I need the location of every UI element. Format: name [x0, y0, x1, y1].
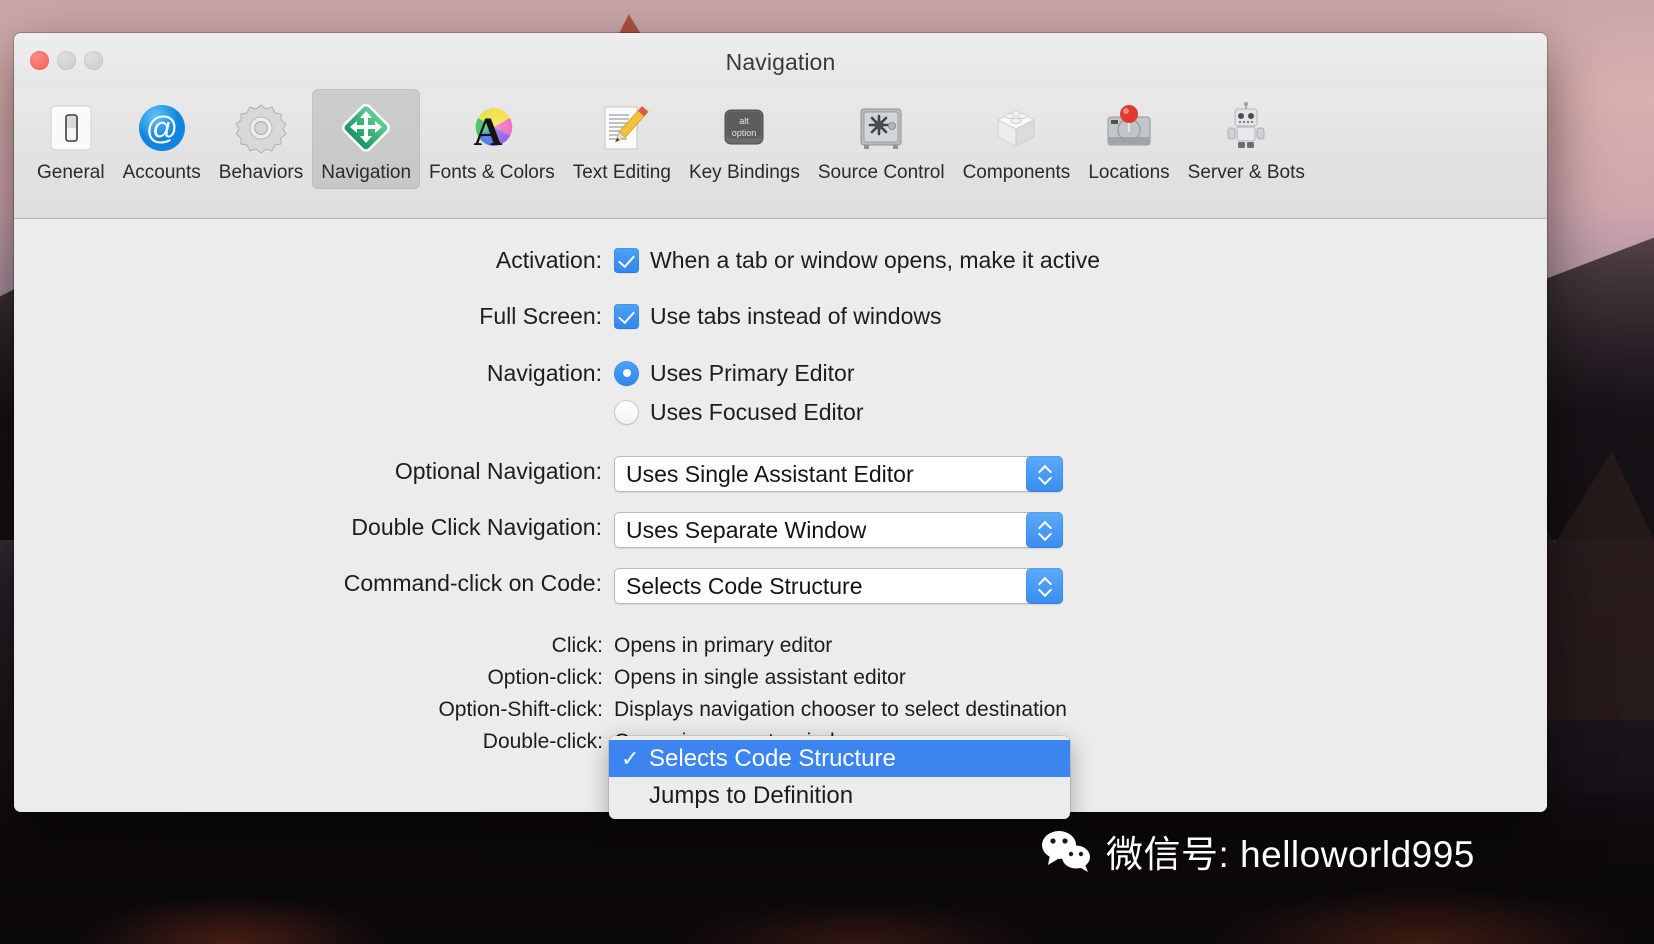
summary-row: Option-Shift-click: Displays navigation … [14, 698, 1547, 722]
switch-icon [40, 97, 102, 159]
radio-primary-editor[interactable] [614, 360, 639, 386]
gear-icon [230, 97, 292, 159]
full-screen-label: Full Screen: [479, 303, 602, 329]
optional-navigation-select[interactable]: Uses Single Assistant Editor [614, 456, 1063, 492]
navigation-radio-focused[interactable]: Uses Focused Editor [614, 397, 1547, 427]
toolbar-item-general[interactable]: General [28, 89, 114, 189]
command-click-value: Selects Code Structure [626, 573, 863, 599]
full-screen-checkbox-label: Use tabs instead of windows [650, 303, 942, 329]
toolbar-item-label: Accounts [122, 162, 201, 183]
desktop-background: Navigation General @ Accounts Behaviors … [0, 0, 1654, 944]
hard-drive-pin-icon [1098, 97, 1160, 159]
toolbar-item-locations[interactable]: Locations [1079, 89, 1178, 189]
radio-focused-editor-label: Uses Focused Editor [650, 399, 864, 425]
chevron-updown-icon[interactable] [1026, 568, 1063, 604]
summary-value: Displays navigation chooser to select de… [614, 698, 1067, 721]
move-arrows-icon [335, 97, 397, 159]
document-pencil-icon [591, 97, 653, 159]
preferences-content: Activation: When a tab or window opens, … [14, 219, 1547, 819]
checkmark-icon: ✓ [621, 745, 640, 771]
preferences-window: Navigation General @ Accounts Behaviors … [14, 33, 1547, 819]
toolbar-item-label: Key Bindings [688, 162, 800, 183]
summary-key: Option-Shift-click: [438, 698, 603, 721]
toolbar-item-key-bindings[interactable]: alt option Key Bindings [680, 89, 809, 189]
window-title: Navigation [725, 49, 836, 75]
full-screen-checkbox[interactable] [614, 303, 639, 329]
svg-text:option: option [732, 128, 757, 138]
full-screen-row: Full Screen: Use tabs instead of windows [14, 301, 1547, 331]
toolbar-item-label: Components [962, 162, 1071, 183]
toolbar-item-label: Server & Bots [1187, 162, 1305, 183]
activation-checkbox-row[interactable]: When a tab or window opens, make it acti… [614, 245, 1547, 275]
command-click-select[interactable]: Selects Code Structure [614, 568, 1063, 604]
toolbar-item-accounts[interactable]: @ Accounts [114, 89, 210, 189]
activation-row: Activation: When a tab or window opens, … [14, 245, 1547, 275]
menu-item-label: Selects Code Structure [649, 744, 896, 772]
summary-key: Double-click: [482, 730, 603, 753]
optional-navigation-label: Optional Navigation: [394, 458, 602, 484]
activation-label: Activation: [495, 247, 602, 273]
robot-icon [1215, 97, 1277, 159]
summary-row: Click: Opens in primary editor [14, 634, 1547, 658]
double-click-navigation-select[interactable]: Uses Separate Window [614, 512, 1063, 548]
toolbar-item-label: Behaviors [218, 162, 304, 183]
menu-item-selects-code-structure[interactable]: ✓ Selects Code Structure [609, 740, 1070, 777]
wechat-watermark: 微信号: helloworld995 [1040, 824, 1475, 878]
toolbar-item-label: Locations [1088, 162, 1170, 183]
safe-vault-icon [850, 97, 912, 159]
toolbar-item-label: Text Editing [572, 162, 671, 183]
wechat-icon [1040, 829, 1092, 873]
svg-text:A: A [473, 109, 502, 154]
menu-item-jumps-to-definition[interactable]: Jumps to Definition [609, 777, 1070, 814]
toolbar-item-components[interactable]: Components [954, 89, 1080, 189]
svg-text:alt: alt [740, 116, 750, 126]
full-screen-checkbox-row[interactable]: Use tabs instead of windows [614, 301, 1547, 331]
optional-navigation-row: Optional Navigation: Uses Single Assista… [14, 456, 1547, 492]
double-click-navigation-value: Uses Separate Window [626, 517, 867, 543]
preferences-toolbar: General @ Accounts Behaviors Navigation … [14, 89, 1547, 219]
chevron-updown-icon[interactable] [1026, 512, 1063, 548]
toolbar-item-behaviors[interactable]: Behaviors [210, 89, 313, 189]
chevron-updown-icon[interactable] [1026, 456, 1063, 492]
optional-navigation-value: Uses Single Assistant Editor [626, 461, 914, 487]
toolbar-item-fonts-and-colors[interactable]: A Fonts & Colors [420, 89, 564, 189]
command-click-dropdown-menu[interactable]: ✓ Selects Code Structure Jumps to Defini… [609, 736, 1070, 819]
color-wheel-a-icon: A [461, 97, 523, 159]
navigation-radio-primary[interactable]: Uses Primary Editor [614, 358, 1547, 388]
option-key-icon: alt option [713, 97, 775, 159]
toolbar-item-server-and-bots[interactable]: Server & Bots [1179, 89, 1314, 189]
toolbar-item-label: Source Control [817, 162, 945, 183]
svg-text:@: @ [145, 110, 177, 146]
double-click-navigation-row: Double Click Navigation: Uses Separate W… [14, 512, 1547, 548]
toolbar-item-source-control[interactable]: Source Control [809, 89, 954, 189]
toolbar-item-label: Fonts & Colors [429, 162, 555, 183]
navigation-label: Navigation: [486, 360, 602, 386]
radio-primary-editor-label: Uses Primary Editor [650, 360, 855, 386]
summary-row: Option-click: Opens in single assistant … [14, 666, 1547, 690]
wechat-watermark-text: 微信号: helloworld995 [1106, 834, 1475, 875]
summary-key: Click: [551, 634, 603, 657]
lego-brick-icon [985, 97, 1047, 159]
activation-checkbox-label: When a tab or window opens, make it acti… [650, 247, 1101, 273]
radio-focused-editor[interactable] [614, 399, 639, 425]
window-titlebar[interactable]: Navigation [14, 33, 1547, 89]
summary-key: Option-click: [487, 666, 603, 689]
toolbar-item-text-editing[interactable]: Text Editing [564, 89, 680, 189]
activation-checkbox[interactable] [614, 247, 639, 273]
menu-item-label: Jumps to Definition [649, 781, 854, 809]
toolbar-item-navigation[interactable]: Navigation [312, 89, 421, 189]
summary-value: Opens in single assistant editor [614, 666, 906, 689]
toolbar-item-label: General [37, 162, 105, 183]
navigation-row: Navigation: Uses Primary Editor Uses Foc… [14, 358, 1547, 436]
summary-value: Opens in primary editor [614, 634, 833, 657]
command-click-label: Command-click on Code: [343, 570, 602, 596]
double-click-navigation-label: Double Click Navigation: [351, 514, 602, 540]
command-click-row: Command-click on Code: Selects Code Stru… [14, 568, 1547, 604]
toolbar-item-label: Navigation [321, 162, 412, 183]
at-sign-icon: @ [131, 97, 193, 159]
